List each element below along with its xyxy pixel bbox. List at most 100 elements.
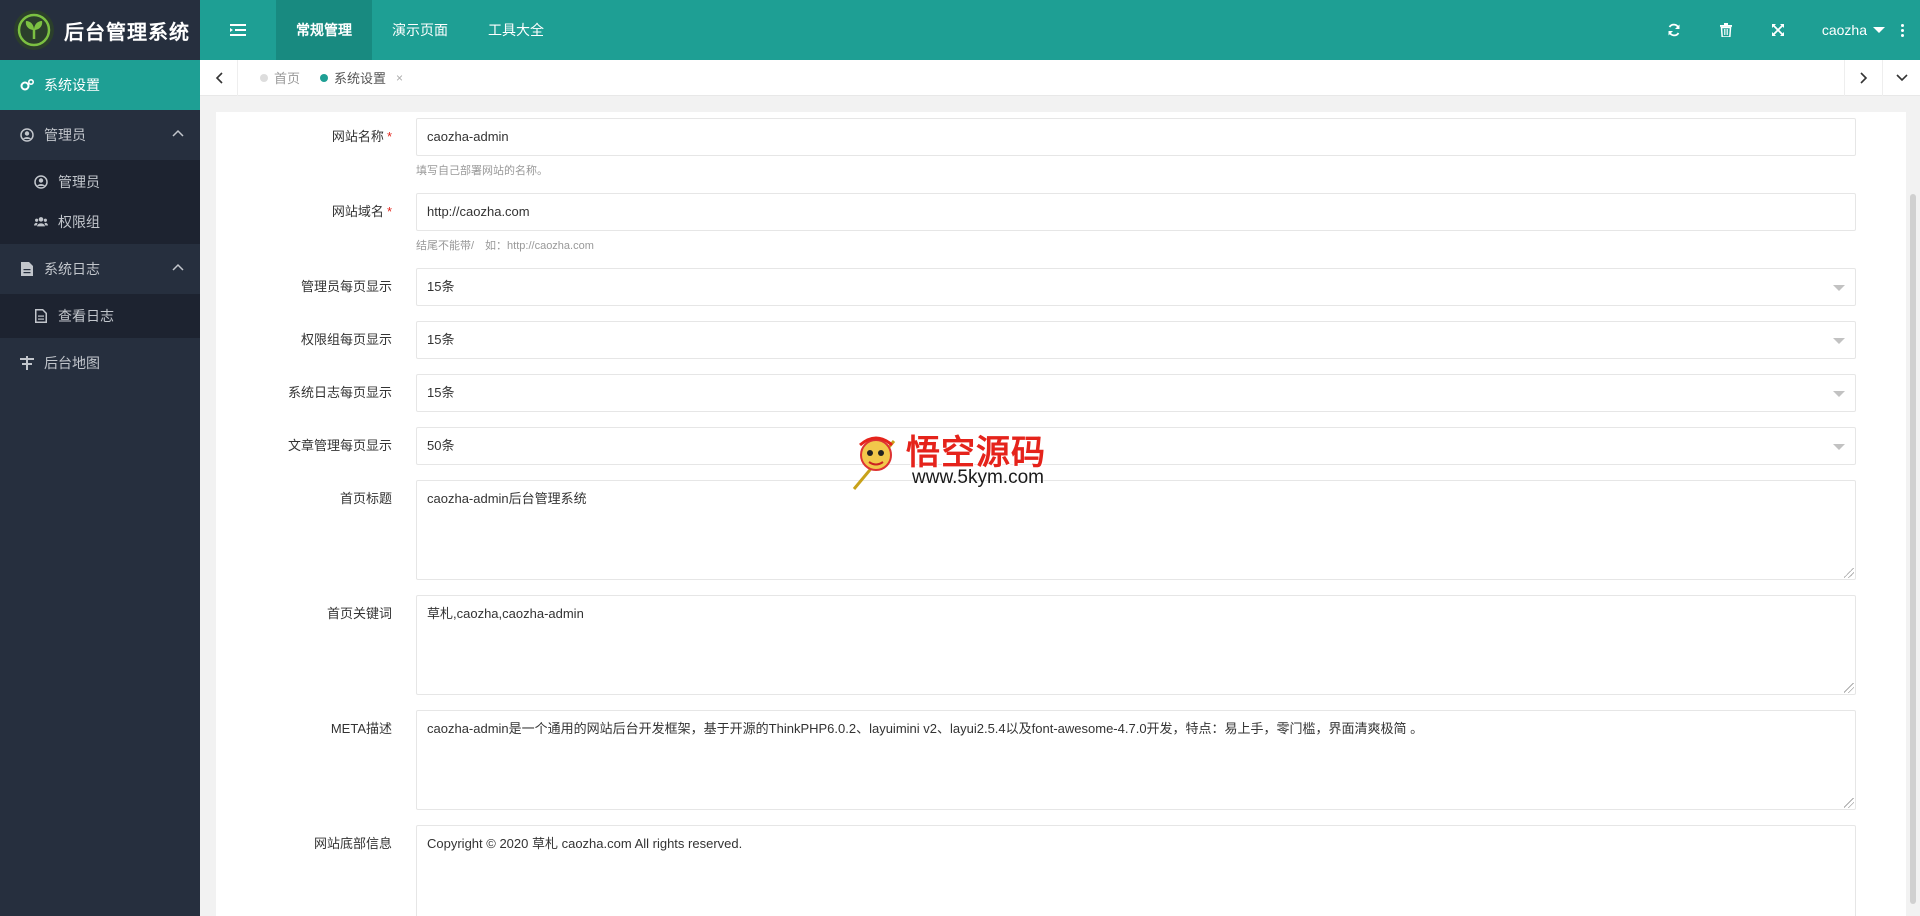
- selected-value: 15条: [427, 332, 455, 347]
- fullscreen-button[interactable]: [1752, 0, 1804, 60]
- monkey-king-logo-icon: [852, 436, 896, 490]
- field-label: 文章管理每页显示: [287, 438, 392, 453]
- chevron-left-icon: [215, 71, 223, 84]
- tab-dot: [260, 73, 268, 82]
- meta-description-textarea[interactable]: caozha-admin是一个通用的网站后台开发框架，基于开源的ThinkPHP…: [416, 710, 1856, 810]
- chevron-right-icon: [1859, 71, 1867, 84]
- caret-down-icon: [1873, 27, 1885, 33]
- chevron-down-icon: [1895, 73, 1908, 81]
- field-label: 首页关键词: [326, 606, 392, 621]
- tab-home[interactable]: 首页: [260, 60, 320, 96]
- tab-scroll-left-button[interactable]: [200, 59, 238, 96]
- user-circle-icon: [34, 175, 48, 189]
- sidebar-item-label: 系统设置: [44, 77, 100, 93]
- selected-value: 15条: [427, 279, 455, 294]
- textarea-value: caozha-admin是一个通用的网站后台开发框架，基于开源的ThinkPHP…: [427, 721, 1424, 736]
- textarea-value: 草札,caozha,caozha-admin: [427, 606, 584, 621]
- sidebar-submenu-admins: 管理员 权限组: [0, 160, 200, 244]
- app-root: 后台管理系统 常规管理 演示页面 工具大全 caozha 系统设置 管理员 管理…: [0, 0, 1920, 916]
- field-tip: 结尾不能带/ 如：http://caozha.com: [416, 240, 594, 252]
- resize-grip-icon[interactable]: [1844, 683, 1854, 693]
- sidebar: 系统设置 管理员 管理员 权限组 系统日志 查看日志 后台地图: [0, 60, 200, 916]
- fullscreen-icon: [1771, 24, 1784, 36]
- file-text-icon: [34, 309, 48, 323]
- selected-value: 50条: [427, 438, 455, 453]
- tab-options-button[interactable]: [1882, 59, 1920, 96]
- sidebar-item-site-map[interactable]: 后台地图: [0, 338, 200, 388]
- clear-cache-button[interactable]: [1700, 0, 1752, 60]
- watermark-url: www.5kym.com: [912, 467, 1044, 488]
- sidebar-submenu-logs: 查看日志: [0, 294, 200, 338]
- user-circle-icon: [20, 128, 34, 142]
- indent-icon: [230, 24, 246, 36]
- close-icon[interactable]: ×: [396, 71, 403, 85]
- resize-grip-icon[interactable]: [1844, 568, 1854, 578]
- tab-label: 首页: [274, 71, 301, 86]
- sidebar-item-label: 系统日志: [44, 261, 100, 277]
- textarea-value: Copyright © 2020 草札 caozha.com All right…: [427, 836, 743, 851]
- sitemap-icon: [20, 356, 34, 370]
- home-keywords-textarea[interactable]: 草札,caozha,caozha-admin: [416, 595, 1856, 695]
- leaf-logo-icon: [14, 10, 54, 50]
- roles-page-size-select[interactable]: 15条: [416, 321, 1856, 359]
- logo-area[interactable]: 后台管理系统: [0, 0, 200, 60]
- gears-icon: [20, 78, 34, 92]
- sidebar-item-system-settings[interactable]: 系统设置: [0, 60, 200, 110]
- users-icon: [34, 215, 48, 229]
- content-area: 网站名称 * caozha-admin 填写自己部署网站的名称。 网站域名 * ht…: [200, 96, 1920, 916]
- more-vertical-icon[interactable]: [1901, 23, 1904, 37]
- refresh-icon: [1668, 23, 1680, 37]
- field-label: 网站域名 *: [331, 204, 392, 219]
- required-mark: *: [386, 204, 392, 219]
- sidebar-item-admin-list[interactable]: 管理员: [0, 162, 200, 202]
- field-label: 系统日志每页显示: [287, 385, 392, 400]
- field-label: 管理员每页显示: [300, 279, 392, 294]
- tabs: 首页 系统设置 ×: [238, 60, 1844, 96]
- file-icon: [20, 262, 34, 276]
- selected-value: 15条: [427, 385, 455, 400]
- field-label: META描述: [330, 721, 392, 736]
- top-header: 后台管理系统 常规管理 演示页面 工具大全 caozha: [0, 0, 1920, 60]
- app-title: 后台管理系统: [64, 21, 190, 44]
- field-label: 网站底部信息: [313, 836, 392, 851]
- sidebar-item-label: 查看日志: [58, 308, 114, 324]
- sidebar-item-label: 管理员: [58, 174, 100, 190]
- nav-tools[interactable]: 工具大全: [468, 0, 564, 60]
- admin-page-size-select[interactable]: 15条: [416, 268, 1856, 306]
- field-label: 网站名称 *: [331, 129, 392, 144]
- tab-system-settings[interactable]: 系统设置 ×: [320, 60, 423, 96]
- content-scrollbar[interactable]: [1910, 194, 1916, 904]
- tab-bar: 首页 系统设置 ×: [200, 59, 1920, 96]
- refresh-button[interactable]: [1648, 0, 1700, 60]
- sidebar-item-view-logs[interactable]: 查看日志: [0, 296, 200, 336]
- top-nav: 常规管理 演示页面 工具大全: [276, 0, 564, 60]
- field-label: 首页标题: [339, 491, 392, 506]
- menu-toggle-button[interactable]: [200, 0, 276, 60]
- log-page-size-select[interactable]: 15条: [416, 374, 1856, 412]
- article-page-size-select[interactable]: 50条: [416, 427, 1856, 465]
- site-name-input[interactable]: caozha-admin: [416, 118, 1856, 156]
- field-label: 权限组每页显示: [300, 332, 392, 347]
- trash-icon: [1719, 23, 1732, 37]
- user-menu[interactable]: caozha: [1822, 22, 1885, 38]
- sidebar-item-system-logs[interactable]: 系统日志: [0, 244, 200, 294]
- chevron-up-icon: [172, 129, 184, 137]
- sidebar-item-label: 权限组: [58, 214, 100, 230]
- resize-grip-icon[interactable]: [1844, 798, 1854, 808]
- sidebar-item-admins[interactable]: 管理员: [0, 110, 200, 160]
- site-domain-input[interactable]: http://caozha.com: [416, 193, 1856, 231]
- sidebar-item-roles[interactable]: 权限组: [0, 202, 200, 242]
- settings-form-panel: 网站名称 * caozha-admin 填写自己部署网站的名称。 网站域名 * ht…: [216, 112, 1906, 916]
- tab-dot: [320, 73, 329, 82]
- nav-regular-management[interactable]: 常规管理: [276, 0, 372, 60]
- required-mark: *: [386, 129, 392, 144]
- textarea-value: caozha-admin后台管理系统: [427, 491, 587, 506]
- home-title-textarea[interactable]: caozha-admin后台管理系统: [416, 480, 1856, 580]
- tab-scroll-right-button[interactable]: [1844, 59, 1882, 96]
- caret-down-icon: [1833, 444, 1845, 450]
- footer-info-textarea[interactable]: Copyright © 2020 草札 caozha.com All right…: [416, 825, 1856, 916]
- nav-demo-pages[interactable]: 演示页面: [372, 0, 468, 60]
- chevron-up-icon: [172, 263, 184, 271]
- sidebar-item-label: 管理员: [44, 127, 86, 143]
- username: caozha: [1821, 22, 1867, 38]
